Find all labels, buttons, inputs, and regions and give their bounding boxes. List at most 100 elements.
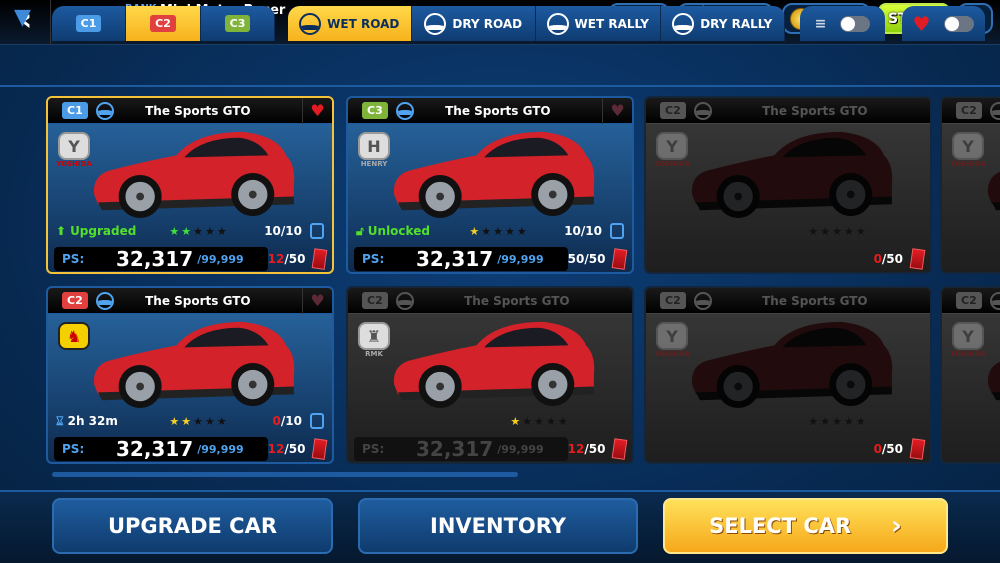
road-type-icon — [299, 12, 322, 35]
cards-total: /50 — [284, 442, 306, 456]
star-icon: ★ — [193, 224, 205, 238]
tab-label: WET RALLY — [574, 16, 649, 31]
performance-score: PS: 32,317/99,999 — [54, 247, 268, 271]
star-icon: ★ — [534, 414, 546, 428]
card-header: C1 The Sports GTO ♥ — [48, 98, 332, 124]
star-icon: ★ — [493, 224, 505, 238]
card-count: 0/50 — [874, 442, 903, 456]
tab-class-c3[interactable]: C3 — [201, 6, 275, 41]
ps-label: PS: — [362, 442, 385, 456]
fuel-total: /10 — [580, 224, 602, 238]
car-image — [386, 316, 602, 410]
car-status: 🔓︎ Unlocked — [356, 224, 456, 239]
add-favorite-heart-icon[interactable]: ♥ — [602, 98, 632, 124]
add-favorite-heart-icon[interactable]: ♥ — [302, 288, 332, 314]
star-icon: ★ — [855, 224, 868, 238]
star-rating: ★★★★★ — [754, 415, 922, 428]
car-card[interactable]: C1 The Sports GTO ♥ Y YOSHIDA ⬆ Upgraded ★… — [46, 96, 334, 274]
performance-score: PS: 32,317/99,999 — [54, 437, 268, 461]
star-icon: ★ — [204, 414, 217, 428]
star-rating: ★★★★★ — [754, 225, 922, 238]
class-badge: C1 — [62, 102, 88, 119]
car-stats: ⌛︎ 2h 32m ★★★★★ 0/10 — [56, 412, 324, 430]
car-card[interactable]: C2 The Sports GTO Y YOSHIDA ★★★★★ 0/50 — [644, 96, 932, 274]
divider — [50, 0, 51, 45]
star-icon: ★ — [832, 414, 844, 428]
class-badge: C2 — [956, 292, 982, 309]
favorites-filter[interactable]: ♥ — [902, 6, 985, 41]
chevron-right-icon: › — [891, 511, 902, 541]
cards-total: /50 — [284, 252, 306, 266]
select-car-button[interactable]: SELECT CAR › — [663, 498, 948, 554]
car-card-icon — [612, 248, 628, 270]
horizontal-scrollbar[interactable] — [52, 472, 518, 477]
fuel-can-icon — [610, 223, 624, 239]
cards-have: 0 — [873, 442, 882, 456]
tab-dry-rally[interactable]: DRY RALLY — [661, 6, 785, 41]
card-header: C2 The Sports GTO — [646, 98, 930, 124]
car-card[interactable]: C2 The Sports GTO ♜ RMK ★★★★★ PS: 32,317/9… — [346, 286, 634, 464]
sort-filter[interactable]: ≡ — [800, 6, 885, 41]
fuel-count: 10/10 — [242, 224, 302, 238]
sort-toggle[interactable] — [840, 15, 871, 32]
star-icon: ★ — [557, 414, 570, 428]
tab-class-c2[interactable]: C2 — [126, 6, 201, 41]
status-label: 2h 32m — [67, 414, 118, 428]
star-icon: ★ — [808, 224, 821, 238]
fuel-can-icon — [310, 413, 324, 429]
class-badge: C3 — [224, 15, 251, 32]
star-icon: ★ — [510, 414, 523, 428]
cards-have: 50 — [567, 252, 585, 266]
car-name: The Sports GTO — [762, 103, 868, 118]
star-rating: ★★★★★ — [456, 415, 624, 428]
filter-icon[interactable]: ▼ — [14, 5, 31, 30]
class-badge: C2 — [150, 15, 176, 32]
star-icon: ★ — [545, 414, 558, 428]
tab-class-c1[interactable]: C1 — [52, 6, 126, 41]
class-badge: C2 — [660, 102, 686, 119]
performance-score: PS: 32,317/99,999 — [354, 437, 568, 461]
favorites-toggle[interactable] — [944, 15, 975, 32]
ps-value: 32,317 — [416, 247, 494, 271]
road-type-icon — [989, 101, 1000, 120]
ps-value: 32,317 — [116, 437, 194, 461]
upgrade-car-button[interactable]: UPGRADE CAR — [52, 498, 333, 554]
car-card[interactable]: C2 The Sports GTO ♥ ♞ ⌛︎ 2h 32m ★★★★★ 0/1… — [46, 286, 334, 464]
road-type-icon — [546, 12, 569, 35]
star-icon: ★ — [843, 414, 856, 428]
car-stats: ★★★★★ — [654, 412, 922, 430]
star-icon: ★ — [481, 224, 494, 238]
fuel-have: 10 — [264, 224, 281, 238]
card-header: C2 — [942, 288, 1000, 314]
remove-favorite-heart-icon[interactable]: ♥ — [302, 98, 332, 124]
cards-have: 12 — [267, 252, 285, 266]
card-footer: PS: 32,317/99,999 12/50 — [54, 437, 328, 461]
class-badge: C2 — [956, 102, 982, 119]
card-footer: 0/50 — [652, 437, 926, 461]
tab-wet-rally[interactable]: WET RALLY — [536, 6, 661, 41]
star-icon: ★ — [808, 414, 821, 428]
select-car-label: SELECT CAR — [709, 514, 852, 538]
car-card[interactable]: C2 Y YOSHIDA — [940, 96, 1000, 274]
car-card-icon — [612, 438, 628, 460]
cards-have: 12 — [267, 442, 285, 456]
class-badge: C2 — [660, 292, 686, 309]
car-status: ⬆ Upgraded — [56, 224, 156, 238]
inventory-button[interactable]: INVENTORY — [358, 498, 638, 554]
car-card[interactable]: C2 The Sports GTO Y YOSHIDA ★★★★★ 0/50 — [644, 286, 932, 464]
ps-value: 32,317 — [416, 437, 494, 461]
car-grid: C1 The Sports GTO ♥ Y YOSHIDA ⬆ Upgraded ★… — [46, 96, 1000, 468]
card-count: 50/50 — [568, 252, 606, 266]
tab-wet-road[interactable]: WET ROAD — [288, 6, 412, 41]
tab-dry-road[interactable]: DRY ROAD — [412, 6, 536, 41]
card-count: 12/50 — [268, 442, 306, 456]
car-card[interactable]: C3 The Sports GTO ♥ H HENRY 🔓︎ Unlocked ★★… — [346, 96, 634, 274]
brand-name: RMK — [365, 350, 383, 358]
card-header: C2 The Sports GTO — [348, 288, 632, 314]
car-card[interactable]: C2 Y YOSHIDA — [940, 286, 1000, 464]
card-header: C2 The Sports GTO — [646, 288, 930, 314]
filter-bar — [0, 46, 1000, 87]
car-name: The Sports GTO — [145, 293, 251, 308]
card-footer: PS: 32,317/99,999 50/50 — [354, 247, 628, 271]
ps-max: /99,999 — [197, 252, 244, 266]
